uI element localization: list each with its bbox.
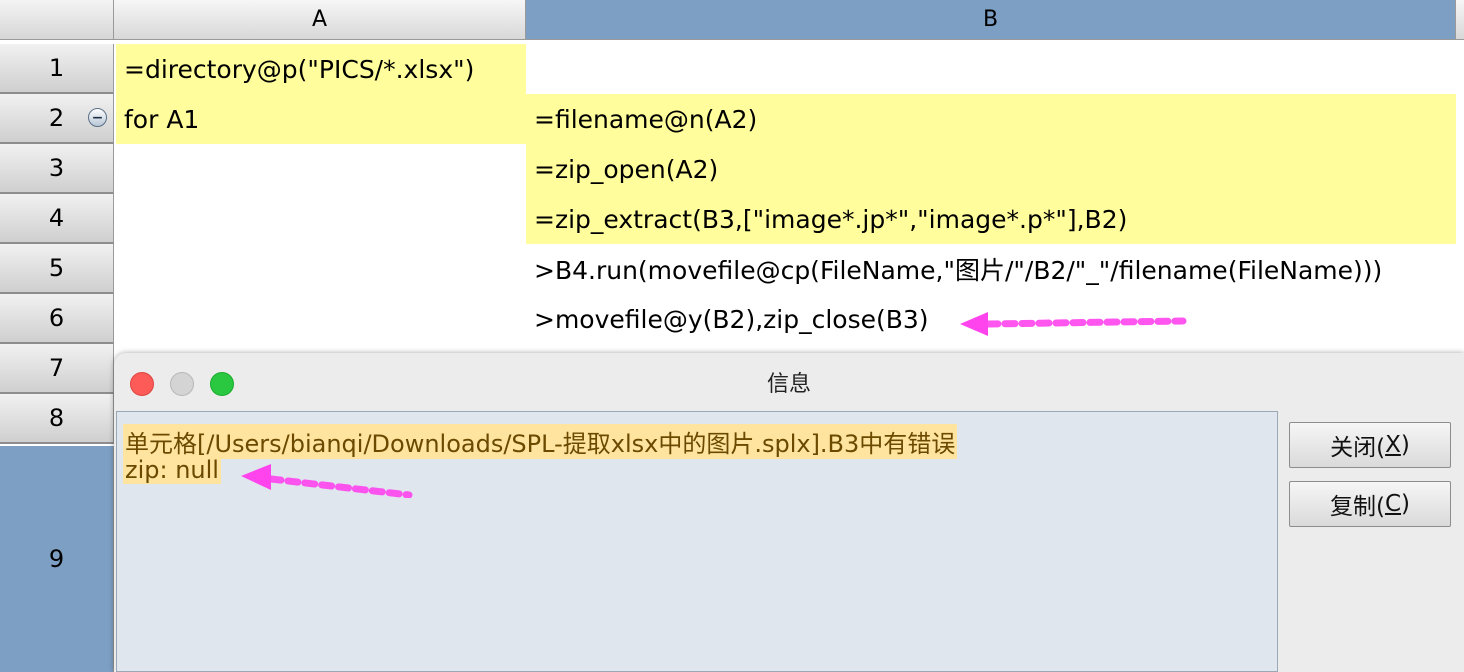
row-number: 3 (48, 154, 65, 182)
close-window-icon[interactable] (130, 372, 154, 396)
arrow-annotation-icon (241, 464, 413, 498)
copy-button-label: 复制( (1329, 494, 1385, 520)
row-header-6[interactable]: 6 (0, 294, 114, 344)
message-area[interactable]: 单元格[/Users/bianqi/Downloads/SPL-提取xlsx中的… (116, 411, 1278, 672)
row-number: 5 (48, 254, 65, 282)
row-header-8[interactable]: 8 (0, 394, 114, 444)
cell-b4[interactable]: =zip_extract(B3,["image*.jp*","image*.p*… (526, 194, 1456, 244)
sheet-corner[interactable] (0, 0, 114, 40)
row-number: 9 (48, 545, 65, 573)
cell-b6[interactable]: >movefile@y(B2),zip_close(B3) (526, 294, 956, 344)
close-button-mnemonic: X (1385, 432, 1401, 458)
row-number: 1 (48, 54, 65, 82)
row-header-4[interactable]: 4 (0, 194, 114, 244)
column-header-c[interactable] (1456, 0, 1464, 40)
cell-b2[interactable]: =filename@n(A2) (526, 94, 1456, 144)
close-button-suffix: ) (1400, 432, 1410, 458)
copy-button-suffix: ) (1401, 491, 1411, 517)
info-dialog: 信息 单元格[/Users/bianqi/Downloads/SPL-提取xls… (114, 353, 1464, 672)
collapse-icon[interactable]: − (88, 108, 107, 127)
cell-a1[interactable]: =directory@p("PICS/*.xlsx") (116, 44, 526, 94)
row-header-5[interactable]: 5 (0, 244, 114, 294)
copy-button[interactable]: 复制(C) (1289, 481, 1451, 527)
row-number: 8 (48, 404, 65, 432)
error-message-line: 单元格[/Users/bianqi/Downloads/SPL-提取xlsx中的… (123, 424, 958, 459)
row-header-2[interactable]: 2 − (0, 94, 114, 144)
dialog-titlebar[interactable]: 信息 (114, 353, 1464, 411)
error-detail-line: zip: null (123, 456, 221, 484)
dialog-title: 信息 (766, 372, 811, 397)
zoom-window-icon[interactable] (210, 372, 234, 396)
column-header-a[interactable]: A (114, 0, 526, 40)
close-button[interactable]: 关闭(X) (1289, 422, 1451, 468)
row-number: 6 (48, 304, 65, 332)
close-button-label: 关闭( (1330, 435, 1386, 461)
row-header-7[interactable]: 7 (0, 344, 114, 394)
row-header-9[interactable]: 9 (0, 446, 114, 672)
arrow-annotation-icon (960, 312, 1187, 336)
cell-a2[interactable]: for A1 (116, 94, 526, 144)
minimize-window-icon[interactable] (170, 372, 194, 396)
cell-b3[interactable]: =zip_open(A2) (526, 144, 1456, 194)
row-header-3[interactable]: 3 (0, 144, 114, 194)
column-header-b[interactable]: B (526, 0, 1456, 40)
cell-b5[interactable]: >B4.run(movefile@cp(FileName,"图片/"/B2/"_… (526, 244, 1464, 294)
row-header-1[interactable]: 1 (0, 44, 114, 94)
row-number: 7 (48, 354, 65, 382)
row-number: 4 (48, 204, 65, 232)
copy-button-mnemonic: C (1384, 491, 1402, 517)
row-number: 2 (48, 104, 65, 132)
